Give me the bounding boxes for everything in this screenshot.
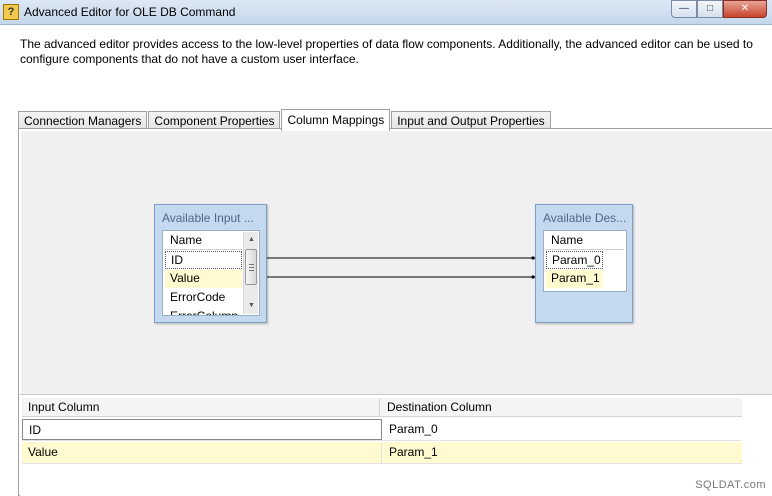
cell-input-column[interactable]: ID [22,419,382,440]
app-icon: ? [3,4,19,20]
mapping-line-id-end [531,256,535,260]
watermark: SQLDAT.com [695,479,766,491]
table-row[interactable]: ID Param_0 [22,419,742,441]
cell-destination-column[interactable]: Param_0 [383,419,742,440]
tab-strip: Connection Managers Component Properties… [18,108,552,131]
column-mappings-panel: Available Input ... Name ID Value ErrorC… [18,128,772,496]
window-controls: — □ ✕ [671,0,767,18]
mapping-canvas: Available Input ... Name ID Value ErrorC… [21,131,772,394]
mapping-line-value-end [531,275,535,279]
mapping-lines [267,256,535,279]
description-text: The advanced editor provides access to t… [20,37,753,66]
table-row[interactable]: Value Param_1 [22,442,742,464]
maximize-button[interactable]: □ [697,0,723,18]
tab-column-mappings[interactable]: Column Mappings [281,109,391,131]
header-input-column[interactable]: Input Column [22,398,380,416]
window-title: Advanced Editor for OLE DB Command [24,5,236,19]
header-destination-column[interactable]: Destination Column [381,398,742,416]
mapping-grid: Input Column Destination Column ID Param… [20,394,772,496]
cell-input-column[interactable]: Value [22,442,382,463]
grid-header: Input Column Destination Column [22,398,742,417]
close-button[interactable]: ✕ [723,0,767,18]
title-bar: ? Advanced Editor for OLE DB Command — □… [0,0,772,25]
minimize-button[interactable]: — [671,0,697,18]
cell-destination-column[interactable]: Param_1 [383,442,742,463]
dialog-body: The advanced editor provides access to t… [0,25,772,496]
